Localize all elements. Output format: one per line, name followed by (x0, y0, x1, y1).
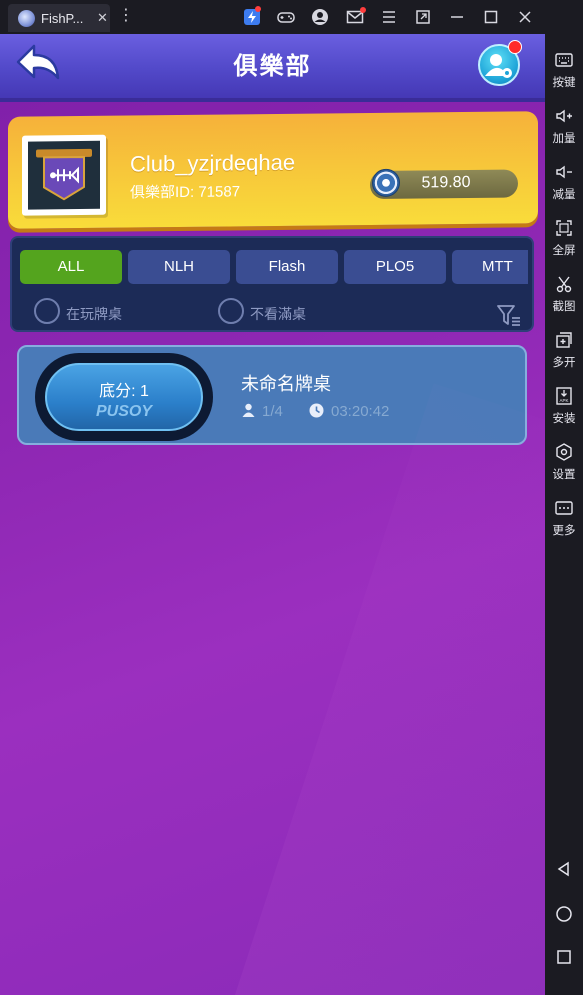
playing-tables-radio[interactable] (34, 298, 60, 324)
club-logo (22, 134, 106, 216)
app-tab-title: FishP... (41, 10, 84, 26)
filter-icon[interactable] (496, 302, 522, 328)
emulator-sidebar: 按键 加量 减量 全屏 截图 多开 APK 安装 设置 更多 (545, 34, 583, 995)
member-settings-button[interactable] (478, 40, 522, 86)
table-name: 未命名牌桌 (241, 374, 331, 394)
boost-icon[interactable] (243, 6, 261, 26)
sidebar-item-label: 多开 (552, 357, 576, 369)
sidebar-item-multi-instance[interactable]: 多开 (545, 330, 583, 370)
triangle-back-icon (557, 861, 569, 877)
game-type: PUSOY (95, 403, 152, 420)
base-score: 底分: 1 (99, 383, 149, 400)
circle-home-icon (556, 906, 572, 922)
account-icon[interactable] (311, 8, 329, 26)
keyboard-icon (555, 53, 573, 67)
tab-close-icon[interactable]: ✕ (97, 10, 108, 26)
emulator-titlebar: FishP... ✕ ⋮ (0, 0, 583, 34)
volume-down-icon (556, 165, 572, 179)
square-recents-icon (557, 950, 571, 964)
game-screen: 俱樂部 Club_yzjrdeqhae 俱樂部ID: 71587 519.80 … (0, 34, 545, 995)
filter-panel: ALL NLH Flash PLO5 MTT 在玩牌桌 不看滿桌 (10, 236, 534, 332)
apk-install-icon: APK (556, 387, 572, 405)
table-oval: 底分: 1 PUSOY (35, 353, 213, 441)
sidebar-item-screenshot[interactable]: 截图 (545, 274, 583, 314)
balance-value: 519.80 (421, 173, 471, 192)
tab-flash[interactable]: Flash (236, 250, 338, 284)
sidebar-item-more[interactable]: 更多 (545, 498, 583, 538)
club-id: 俱樂部ID: 71587 (130, 183, 241, 202)
sidebar-item-label: 减量 (552, 189, 576, 201)
more-dots-icon (555, 501, 573, 515)
poker-chip-icon (372, 168, 400, 197)
app-tab-icon (18, 9, 35, 27)
app-tab[interactable]: FishP... ✕ (8, 4, 110, 32)
hamburger-menu-icon[interactable] (380, 8, 398, 26)
player-icon (242, 403, 255, 417)
settings-hexagon-icon (556, 443, 572, 461)
sidebar-item-label: 加量 (552, 133, 576, 145)
sidebar-item-label: 安装 (552, 413, 576, 425)
sidebar-item-settings[interactable]: 设置 (545, 442, 583, 482)
hide-full-tables-radio[interactable] (218, 298, 244, 324)
club-info-card: Club_yzjrdeqhae 俱樂部ID: 71587 519.80 (8, 111, 538, 229)
more-menu-icon[interactable]: ⋮ (118, 8, 134, 24)
sidebar-item-install-apk[interactable]: APK 安装 (545, 386, 583, 426)
scissors-icon (556, 276, 572, 293)
tab-mtt[interactable]: MTT (452, 250, 528, 284)
maximize-icon[interactable] (482, 8, 500, 26)
sidebar-item-label: 设置 (552, 469, 576, 481)
tab-nlh[interactable]: NLH (128, 250, 230, 284)
svg-text:APK: APK (559, 398, 568, 403)
sidebar-item-label: 截图 (552, 301, 576, 313)
top-header: 俱樂部 (0, 34, 545, 102)
close-window-icon[interactable] (516, 8, 534, 26)
notification-dot (508, 40, 522, 54)
sidebar-item-fullscreen[interactable]: 全屏 (545, 218, 583, 258)
android-back-button[interactable] (545, 860, 583, 878)
sidebar-item-label: 更多 (552, 525, 576, 537)
sidebar-item-keymap[interactable]: 按键 (545, 50, 583, 90)
minimize-icon[interactable] (448, 8, 466, 26)
gamepad-icon[interactable] (277, 8, 295, 26)
hide-full-tables-label: 不看滿桌 (250, 306, 306, 322)
clock-icon (309, 403, 324, 418)
sidebar-item-volume-up[interactable]: 加量 (545, 106, 583, 146)
playing-tables-label: 在玩牌桌 (66, 306, 122, 322)
volume-up-icon (556, 109, 572, 123)
fishbone-banner-icon (36, 148, 92, 201)
mail-icon[interactable] (346, 7, 366, 26)
android-home-button[interactable] (545, 905, 583, 923)
time-remaining: 03:20:42 (331, 403, 390, 420)
tab-plo5[interactable]: PLO5 (344, 250, 446, 284)
seat-count: 1/4 (262, 403, 283, 420)
sidebar-item-volume-down[interactable]: 减量 (545, 162, 583, 202)
multi-window-icon (556, 332, 572, 348)
android-recents-button[interactable] (545, 948, 583, 966)
sidebar-item-label: 按键 (552, 77, 576, 89)
table-row[interactable]: 底分: 1 PUSOY 未命名牌桌 1/4 03:20:42 (17, 345, 527, 445)
restore-window-icon[interactable] (414, 8, 432, 26)
tab-all[interactable]: ALL (20, 250, 122, 284)
fullscreen-icon (556, 220, 572, 236)
page-title: 俱樂部 (233, 53, 312, 80)
sidebar-item-label: 全屏 (552, 245, 576, 257)
club-name: Club_yzjrdeqhae (130, 149, 296, 177)
